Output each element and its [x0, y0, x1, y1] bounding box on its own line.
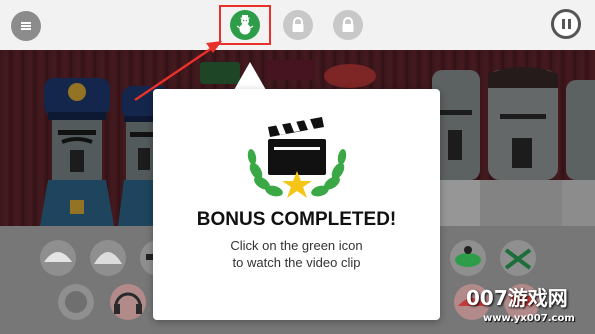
watermark-logo: 007游戏网 [466, 286, 568, 310]
watermark-url: www.yx007.com [483, 313, 575, 324]
